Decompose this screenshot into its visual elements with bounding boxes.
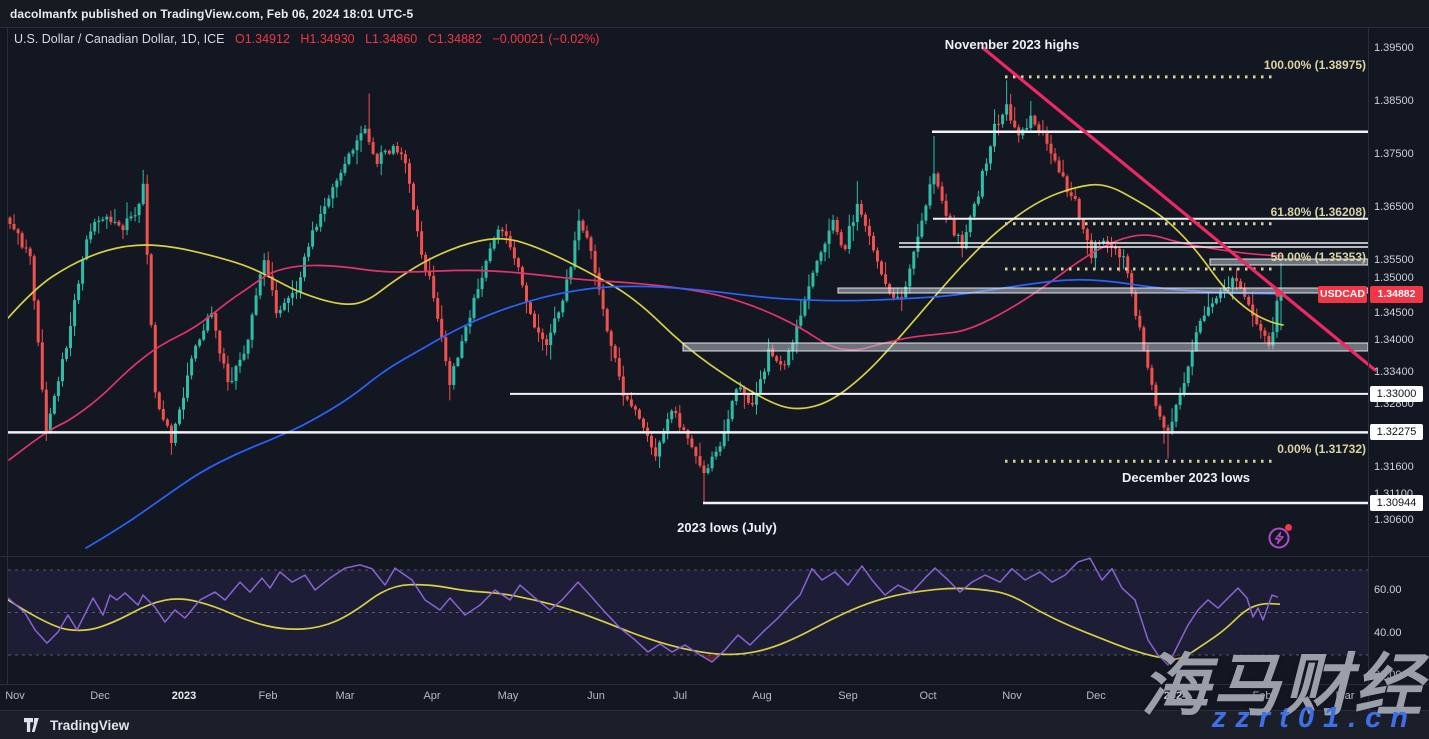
price-zone xyxy=(1210,259,1368,265)
tradingview-logo-icon xyxy=(24,718,43,733)
notification-dot xyxy=(1285,524,1292,531)
chart-canvas[interactable] xyxy=(0,0,1429,739)
ohlc-change: −0.00021 (−0.02%) xyxy=(492,32,599,46)
watermark-domain: zzrt01.cn xyxy=(1212,702,1417,735)
ohlc-high: H1.34930 xyxy=(300,32,354,46)
trendline xyxy=(983,48,1375,370)
ohlc-open: O1.34912 xyxy=(235,32,290,46)
symbol-title: U.S. Dollar / Canadian Dollar, 1D, ICE xyxy=(14,32,225,46)
ma-blue xyxy=(86,280,1283,548)
symbol-header[interactable]: U.S. Dollar / Canadian Dollar, 1D, ICE O… xyxy=(14,32,599,46)
price-zone xyxy=(683,343,1368,351)
price-zone xyxy=(838,288,1368,293)
last-price-dot xyxy=(1275,291,1281,297)
tradingview-snapshot: dacolmanfx published on TradingView.com,… xyxy=(0,0,1429,739)
ohlc-low: L1.34860 xyxy=(365,32,417,46)
tradingview-logo[interactable]: TradingView xyxy=(24,718,129,733)
flash-icon[interactable] xyxy=(1267,524,1293,550)
tradingview-logo-text: TradingView xyxy=(50,718,129,733)
ohlc-close: C1.34882 xyxy=(428,32,482,46)
